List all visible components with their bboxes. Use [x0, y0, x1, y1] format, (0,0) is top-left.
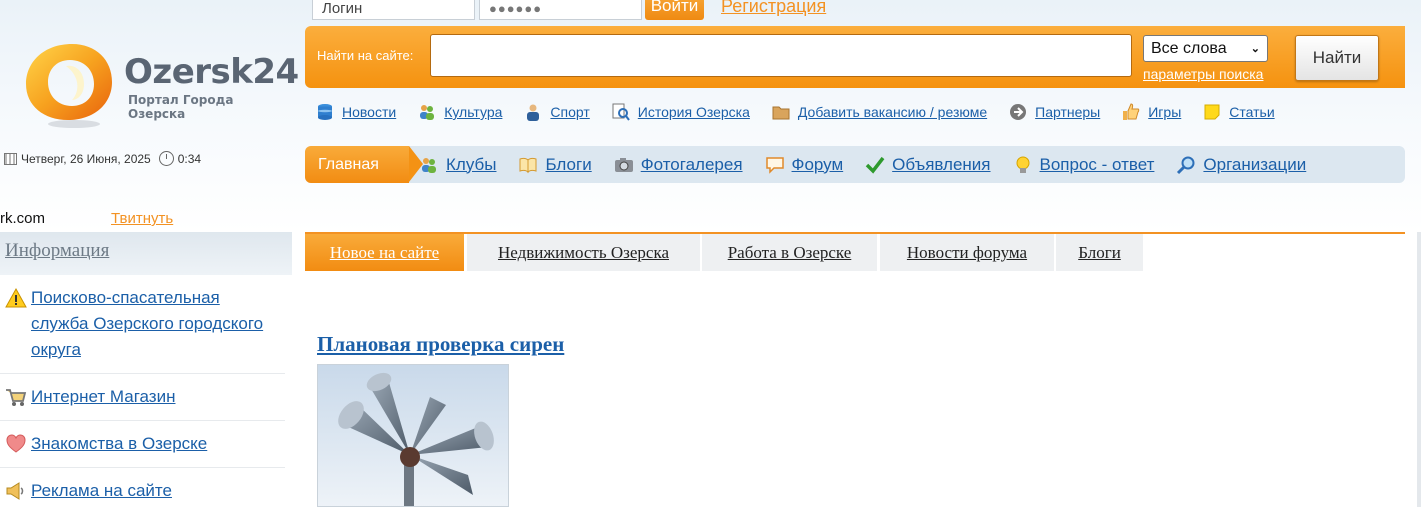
tab-blogs[interactable]: Блоги — [1056, 234, 1143, 271]
folder-icon — [772, 106, 790, 120]
search-mode-value: Все слова — [1151, 39, 1227, 57]
current-time: 0:34 — [177, 151, 202, 166]
warning-icon — [5, 287, 27, 308]
cart-icon — [6, 389, 27, 406]
logo-subtitle: Портал Города Озерска — [128, 93, 234, 121]
nav-item-ads[interactable]: Объявления — [865, 155, 991, 175]
tweet-link[interactable]: Твитнуть — [111, 210, 173, 227]
arrow-circle-icon — [1010, 104, 1027, 120]
search-mode-select[interactable]: Все слова ⌄ — [1143, 35, 1268, 62]
person-icon — [527, 104, 540, 121]
icon-nav-sport[interactable]: Спорт — [524, 103, 590, 121]
people-icon — [420, 105, 435, 120]
right-edge-strip — [1417, 232, 1421, 507]
register-link[interactable]: Регистрация — [721, 0, 826, 17]
note-icon — [1204, 104, 1220, 120]
tab-real-estate[interactable]: Недвижимость Озерска — [467, 234, 700, 271]
icon-nav-vacancy[interactable]: Добавить вакансию / резюме — [772, 103, 987, 121]
icon-nav-label[interactable]: История Озерска — [638, 104, 750, 120]
megaphone-icon — [6, 482, 24, 500]
nav-item-orgs[interactable]: Организации — [1176, 155, 1306, 175]
icon-nav-games[interactable]: Игры — [1122, 103, 1181, 121]
nav-item-label[interactable]: Клубы — [446, 155, 496, 175]
sidebar-title[interactable]: Информация — [5, 240, 109, 261]
clock-icon — [158, 151, 174, 166]
sidebar-item-shop[interactable]: Интернет Магазин — [0, 374, 285, 421]
magnifier-doc-icon — [612, 103, 630, 121]
calendar-icon — [4, 152, 17, 165]
main-nav: Главная Клубы Блоги Фотогалерея Форум Об… — [305, 146, 1405, 183]
sirens-photo — [318, 365, 508, 506]
sidebar-item-advertising[interactable]: Реклама на сайте — [0, 468, 285, 507]
search-label: Найти на сайте: — [317, 48, 414, 63]
nav-item-clubs[interactable]: Клубы — [419, 155, 496, 175]
heart-icon — [6, 434, 26, 453]
nav-item-qa[interactable]: Вопрос - ответ — [1013, 155, 1155, 175]
icon-nav: Новости Культура Спорт История Озерска Д… — [316, 103, 1297, 121]
logo-name: Ozersk24 — [124, 52, 299, 92]
speech-bubble-icon — [765, 156, 784, 174]
icon-nav-culture[interactable]: Культура — [418, 103, 502, 121]
nav-item-label[interactable]: Вопрос - ответ — [1040, 155, 1155, 175]
sidebar-item-dating[interactable]: Знакомства в Озерске — [0, 421, 285, 468]
nav-item-label[interactable]: Организации — [1203, 155, 1306, 175]
search-params-link[interactable]: параметры поиска — [1143, 66, 1263, 82]
sidebar-item-label[interactable]: Реклама на сайте — [31, 478, 172, 504]
sidebar-item-rescue[interactable]: Поисково-спасательная служба Озерского г… — [0, 275, 285, 374]
people-icon — [422, 157, 436, 173]
icon-nav-label[interactable]: Партнеры — [1035, 104, 1100, 120]
login-field[interactable]: Логин — [312, 0, 475, 20]
tab-forum-news[interactable]: Новости форума — [880, 234, 1054, 271]
nav-item-label[interactable]: Форум — [792, 155, 844, 175]
sidebar-item-label[interactable]: Знакомства в Озерске — [31, 431, 207, 457]
nav-item-gallery[interactable]: Фотогалерея — [614, 155, 743, 175]
chevron-down-icon: ⌄ — [1250, 43, 1260, 55]
nav-item-forum[interactable]: Форум — [765, 155, 844, 175]
current-date: Четверг, 26 Июня, 2025 — [21, 151, 151, 166]
logo-ring-icon — [26, 44, 112, 128]
nav-item-label[interactable]: Объявления — [892, 155, 990, 175]
password-field[interactable]: ●●●●●● — [479, 0, 642, 20]
icon-nav-label[interactable]: Статьи — [1229, 104, 1274, 120]
tab-new-on-site[interactable]: Новое на сайте — [305, 234, 464, 271]
nav-item-label[interactable]: Блоги — [545, 155, 591, 175]
icon-nav-articles[interactable]: Статьи — [1203, 103, 1275, 121]
login-button[interactable]: Войти — [645, 0, 704, 20]
tab-jobs[interactable]: Работа в Озерске — [702, 234, 877, 271]
content-tabs: Новое на сайте Недвижимость Озерска Рабо… — [305, 232, 1405, 271]
icon-nav-label[interactable]: Игры — [1148, 104, 1181, 120]
search-button[interactable]: Найти — [1295, 35, 1379, 81]
sidebar-item-label[interactable]: Поисково-спасательная служба Озерского г… — [31, 285, 280, 363]
thumbs-up-icon — [1123, 103, 1140, 120]
lightbulb-icon — [1016, 156, 1030, 173]
article-title[interactable]: Плановая проверка сирен — [317, 332, 564, 357]
book-icon — [519, 157, 537, 173]
nav-item-label[interactable]: Фотогалерея — [641, 155, 743, 175]
search-icon — [1177, 156, 1195, 174]
icon-nav-label[interactable]: Культура — [444, 104, 502, 120]
search-input[interactable] — [430, 34, 1132, 77]
sidebar-header: Информация — [0, 232, 292, 275]
icon-nav-label[interactable]: Добавить вакансию / резюме — [798, 104, 987, 120]
share-text: rk.com — [0, 210, 45, 227]
database-icon — [318, 104, 332, 120]
icon-nav-partners[interactable]: Партнеры — [1009, 103, 1100, 121]
icon-nav-label[interactable]: Спорт — [550, 104, 589, 120]
icon-nav-news[interactable]: Новости — [316, 103, 396, 121]
nav-home-tab[interactable]: Главная — [305, 146, 423, 183]
info-sidebar: Информация Поисково-спасательная служба … — [0, 232, 292, 507]
site-logo[interactable]: Ozersk24 Портал Города Озерска — [22, 40, 299, 132]
nav-item-blogs[interactable]: Блоги — [518, 155, 592, 175]
checkmark-icon — [865, 156, 885, 174]
camera-icon — [614, 157, 633, 172]
article-image[interactable] — [317, 364, 509, 507]
datetime-row: Четверг, 26 Июня, 2025 0:34 — [4, 151, 201, 166]
icon-nav-label[interactable]: Новости — [342, 104, 396, 120]
icon-nav-history[interactable]: История Озерска — [612, 103, 750, 121]
search-bar: Найти на сайте: Все слова ⌄ параметры по… — [305, 26, 1405, 88]
sidebar-item-label[interactable]: Интернет Магазин — [31, 384, 175, 410]
